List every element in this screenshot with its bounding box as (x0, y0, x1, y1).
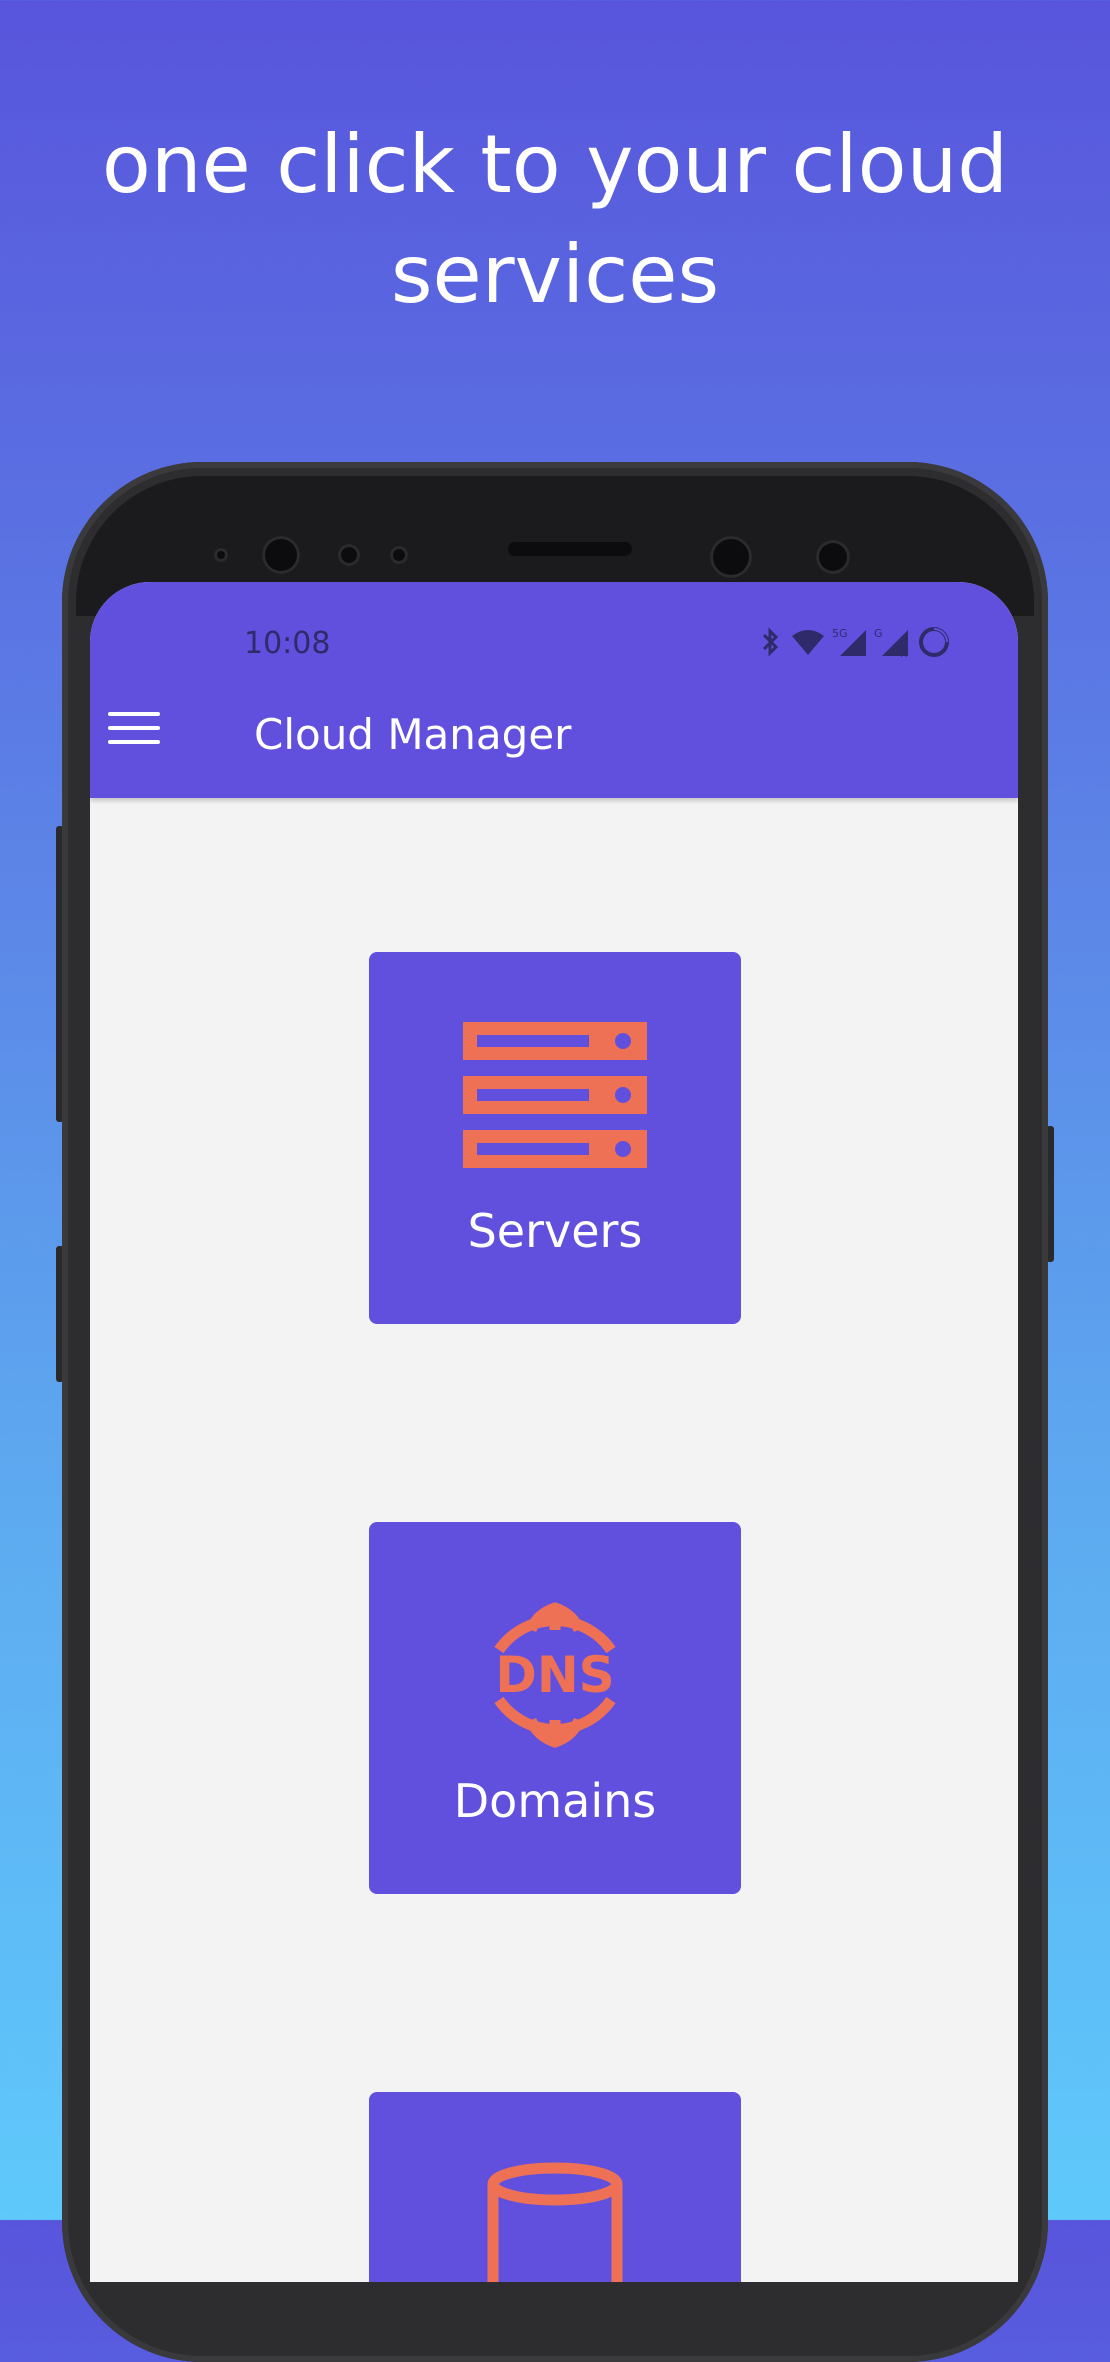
servers-tile[interactable]: Servers (369, 952, 741, 1324)
status-icons: 5G G R (758, 624, 952, 660)
server-rack-icon (369, 1022, 741, 1168)
domains-tile[interactable]: DNS Domains (369, 1522, 741, 1894)
hamburger-menu-icon[interactable] (108, 712, 160, 752)
earpiece-speaker (508, 542, 632, 556)
dns-icon-text: DNS (495, 1646, 614, 1704)
sensor-dot (214, 548, 228, 562)
app-bar: 10:08 5G G R Cloud Manager (90, 582, 1018, 798)
phone-screen: 10:08 5G G R Cloud Manager Servers DNS D… (90, 582, 1018, 2282)
dns-globe-icon: DNS (369, 1600, 741, 1750)
sensor-dot (338, 544, 360, 566)
domains-label: Domains (453, 1774, 657, 1828)
sensor-dot (816, 540, 850, 574)
front-camera-secondary (710, 536, 752, 578)
network-label-g: G (874, 627, 883, 640)
database-tile[interactable] (369, 2092, 741, 2282)
network-label-roaming: R (900, 649, 907, 658)
network-label-5g: 5G (832, 627, 848, 640)
status-time: 10:08 (244, 626, 331, 661)
signal-g-icon: G R (874, 627, 908, 658)
app-title: Cloud Manager (254, 710, 572, 759)
loading-circle-icon (919, 627, 949, 657)
promo-headline: one click to your cloud services (101, 118, 1009, 321)
sensor-dot (390, 546, 408, 564)
bluetooth-icon (762, 627, 779, 657)
wifi-icon (792, 630, 824, 655)
signal-5g-icon: 5G (832, 627, 866, 656)
servers-label: Servers (467, 1204, 643, 1258)
front-camera (262, 536, 300, 574)
database-icon (369, 2162, 741, 2282)
